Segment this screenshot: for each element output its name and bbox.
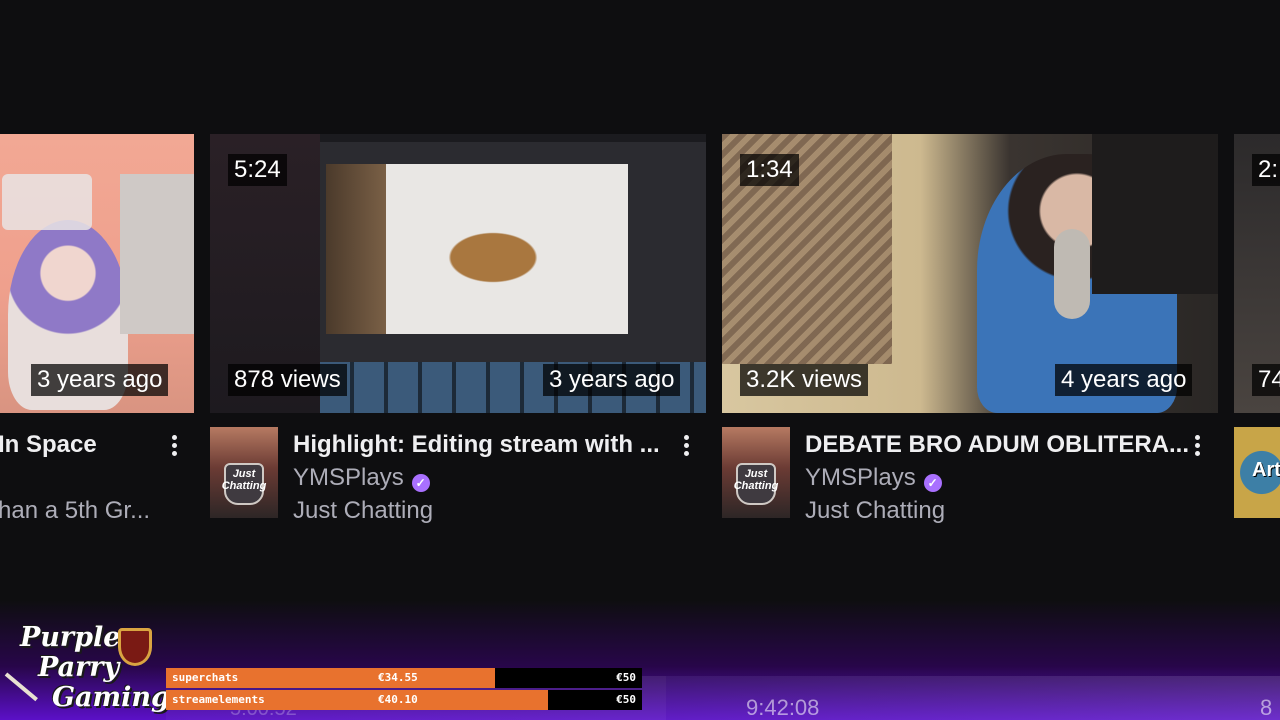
video-thumbnail-1[interactable]: 3 years ago — [0, 134, 194, 413]
more-options-button[interactable] — [676, 431, 696, 459]
logo-line-2: Parry — [38, 652, 120, 683]
sword-icon — [4, 672, 38, 702]
channel-name[interactable]: YMSPlays — [293, 464, 404, 491]
verified-icon: ✓ — [411, 474, 430, 492]
goal-bar-streamelements: streamelements €40.10 €50 — [166, 690, 642, 710]
video-duration-badge: 5:24 — [228, 154, 287, 186]
avatar-text: Art — [1252, 459, 1280, 481]
graffiti-shape — [2, 174, 92, 230]
sign-shape — [1092, 134, 1218, 294]
channel-avatar[interactable]: Just Chatting — [210, 427, 278, 518]
channel-name[interactable]: YMSPlays — [805, 464, 916, 491]
video-thumbnail-3[interactable]: 1:34 3.2K views 4 years ago — [722, 134, 1218, 413]
video-title[interactable]: In Space — [0, 431, 97, 459]
video-title[interactable]: Highlight: Editing stream with ... — [293, 431, 660, 459]
goal-target: €50 — [616, 671, 636, 684]
goal-label: streamelements — [172, 693, 265, 706]
overlay-clock: 9:42:08 — [746, 695, 820, 720]
category-link[interactable]: Just Chatting — [805, 497, 945, 525]
video-subtitle: han a 5th Gr... — [0, 497, 151, 524]
avatar-text: Just Chatting — [733, 468, 779, 492]
overlay-edge-digit: 8 — [1260, 695, 1273, 720]
goal-label: superchats — [172, 671, 239, 684]
video-age-badge: 4 years ago — [1055, 364, 1193, 396]
goal-value: €34.55 — [378, 671, 418, 684]
channel-avatar[interactable]: Just Chatting — [722, 427, 790, 518]
channel-name-row[interactable]: YMSPlays ✓ — [805, 464, 942, 492]
video-card-4[interactable]: 2: 74 Art — [1234, 134, 1280, 534]
video-views-badge: 878 views — [228, 364, 347, 396]
video-duration-badge: 1:34 — [740, 154, 799, 186]
rock-shape — [326, 164, 386, 334]
channel-avatar[interactable]: Art — [1234, 427, 1280, 518]
logo-line-3: Gaming — [52, 682, 170, 713]
video-title[interactable]: DEBATE BRO ADUM OBLITERA... — [805, 431, 1189, 459]
more-options-button[interactable] — [164, 431, 184, 459]
more-options-button[interactable] — [1187, 431, 1207, 459]
avatar-text: Just Chatting — [221, 468, 267, 492]
box-shape — [120, 174, 194, 334]
goal-bar-superchats: superchats €34.55 €50 — [166, 668, 642, 688]
channel-name-row[interactable]: YMSPlays ✓ — [293, 464, 430, 492]
verified-icon: ✓ — [923, 474, 942, 492]
video-thumbnail-2[interactable]: 5:24 878 views 3 years ago — [210, 134, 706, 413]
video-age-badge: 3 years ago — [543, 364, 681, 396]
microphone-shape — [1054, 229, 1090, 319]
shield-icon — [118, 628, 152, 666]
goal-target: €50 — [616, 693, 636, 706]
video-thumbnail-4[interactable]: 2: 74 — [1234, 134, 1280, 413]
purple-parry-gaming-logo: Purple Parry Gaming — [4, 622, 170, 720]
video-views-badge: 74 — [1252, 364, 1280, 396]
video-views-badge: 3.2K views — [740, 364, 869, 396]
goal-value: €40.10 — [378, 693, 418, 706]
video-age-badge: 3 years ago — [31, 364, 169, 396]
video-duration-badge: 2: — [1252, 154, 1280, 186]
logo-line-1: Purple — [20, 622, 121, 653]
category-link[interactable]: Just Chatting — [293, 497, 433, 525]
